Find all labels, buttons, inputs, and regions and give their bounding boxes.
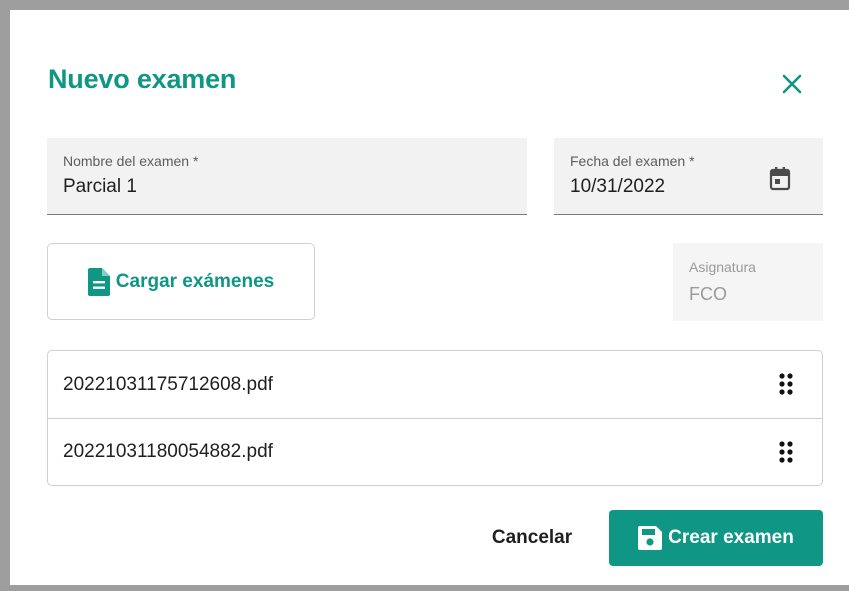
subject-field: Asignatura FCO <box>673 243 823 321</box>
window-frame-bottom <box>0 585 849 591</box>
file-name: 20221031180054882.pdf <box>63 441 273 462</box>
file-icon <box>87 267 110 296</box>
file-list-item[interactable]: 20221031175712608.pdf <box>48 351 822 418</box>
exam-name-label: Nombre del examen * <box>63 153 199 169</box>
dialog-title: Nuevo examen <box>48 64 237 94</box>
exam-name-input[interactable]: Parcial 1 <box>63 176 137 198</box>
subject-value: FCO <box>689 284 727 304</box>
new-exam-dialog: Nuevo examen Nombre del examen * Parcial… <box>10 10 849 585</box>
exam-date-input[interactable]: 10/31/2022 <box>570 176 665 198</box>
window-frame-top <box>0 0 849 10</box>
exam-date-label: Fecha del examen * <box>570 153 695 169</box>
calendar-icon <box>769 167 791 191</box>
upload-exams-label: Cargar exámenes <box>115 270 275 292</box>
window-frame-left <box>0 0 10 591</box>
file-name: 20221031175712608.pdf <box>63 373 273 395</box>
create-exam-button[interactable]: Crear examen <box>609 510 823 566</box>
exam-name-field[interactable]: Nombre del examen * Parcial 1 <box>47 138 527 215</box>
upload-exams-button[interactable]: Cargar exámenes <box>47 243 315 320</box>
create-exam-label: Crear examen <box>668 527 794 548</box>
exam-date-field[interactable]: Fecha del examen * 10/31/2022 <box>554 138 823 215</box>
file-list-item[interactable]: 20221031180054882.pdf <box>48 418 822 485</box>
file-list: 20221031175712608.pdf 20221031180054882.… <box>47 350 823 486</box>
cancel-button[interactable]: Cancelar <box>480 510 584 566</box>
close-button[interactable] <box>778 70 806 98</box>
close-icon <box>782 74 802 94</box>
drag-handle-icon[interactable] <box>778 440 794 464</box>
drag-handle-icon[interactable] <box>778 372 794 396</box>
subject-label: Asignatura <box>689 259 756 275</box>
save-icon <box>638 526 663 550</box>
calendar-button[interactable] <box>768 166 792 192</box>
